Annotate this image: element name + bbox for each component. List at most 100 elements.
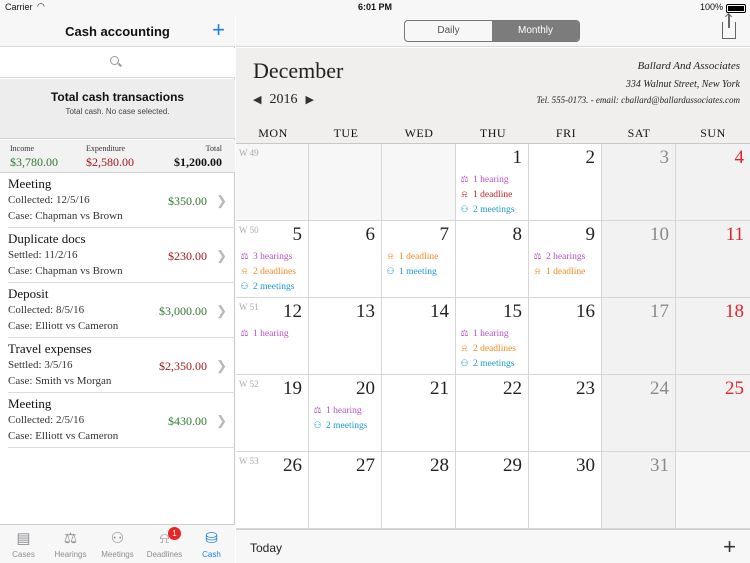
calendar-day[interactable]: 20 ⚖ 1 hearing ⚇ 2 meetings: [309, 375, 382, 452]
next-year-icon[interactable]: ▶: [305, 94, 313, 106]
share-icon[interactable]: [722, 14, 736, 39]
calendar-day[interactable]: 21: [382, 375, 456, 452]
day-number: 14: [430, 301, 449, 322]
calendar-day[interactable]: 2: [529, 144, 602, 221]
calendar-day[interactable]: 10: [602, 221, 676, 298]
list-item[interactable]: Deposit Collected: 8/5/16 Case: Elliott …: [8, 283, 235, 338]
tab-deadlines[interactable]: ⍾ Deadlines 1: [141, 525, 188, 563]
calendar-day[interactable]: 18: [676, 298, 750, 375]
calendar-day[interactable]: 11: [676, 221, 750, 298]
event-summary[interactable]: ⍾ 1 deadline: [385, 251, 439, 262]
week-number: W 51: [239, 302, 259, 312]
tab-cash[interactable]: ⛁ Cash: [188, 525, 235, 563]
calendar-day[interactable]: W 52 19: [236, 375, 309, 452]
list-item[interactable]: Meeting Collected: 2/5/16 Case: Elliott …: [8, 393, 235, 448]
calendar-day[interactable]: 30: [529, 452, 602, 529]
search-input[interactable]: [0, 48, 235, 78]
bell-icon: ⍾: [387, 251, 394, 261]
tab-label: Hearings: [54, 550, 87, 559]
previous-year-icon[interactable]: ◀: [253, 94, 261, 106]
calendar-day[interactable]: 9 ⚖ 2 hearings ⍾ 1 deadline: [529, 221, 602, 298]
event-summary[interactable]: ⍾ 1 deadline: [532, 266, 586, 277]
event-summary[interactable]: ⍾ 2 deadlines: [459, 343, 517, 354]
chevron-right-icon: ❯: [216, 193, 227, 208]
event-summary-label: 1 meeting: [399, 267, 437, 277]
calendar-day[interactable]: W 53 26: [236, 452, 309, 529]
calendar-day[interactable]: 22: [456, 375, 529, 452]
event-summary[interactable]: ⍾ 2 deadlines: [239, 266, 297, 277]
week-number: W 52: [239, 379, 259, 389]
event-summary[interactable]: ⚇ 1 meeting: [385, 266, 437, 277]
transaction-case: Case: Smith vs Morgan: [8, 375, 112, 387]
day-number: 13: [356, 301, 375, 322]
segment-monthly[interactable]: Monthly: [492, 21, 579, 41]
calendar-day[interactable]: 1 ⚖ 1 hearing ⍾ 1 deadline ⚇ 2 meetings: [456, 144, 529, 221]
tab-hearings[interactable]: ⚖ Hearings: [47, 525, 94, 563]
event-summary[interactable]: ⚇ 2 meetings: [459, 204, 514, 215]
calendar-footer: Today +: [236, 529, 750, 563]
day-number: 20: [356, 378, 375, 399]
calendar-day[interactable]: 31: [602, 452, 676, 529]
event-summary-label: 2 meetings: [326, 421, 368, 431]
calendar-day[interactable]: 29: [456, 452, 529, 529]
add-transaction-button[interactable]: +: [212, 18, 225, 42]
page-title: Cash accounting: [65, 24, 170, 39]
day-number: 24: [650, 378, 669, 399]
event-summary[interactable]: ⚖ 3 hearings: [239, 251, 292, 262]
calendar-day[interactable]: W 50 5 ⚖ 3 hearings ⍾ 2 deadlines ⚇ 2 meetings: [236, 221, 309, 298]
calendar-day[interactable]: 15 ⚖ 1 hearing ⍾ 2 deadlines ⚇ 2 meetings: [456, 298, 529, 375]
event-summary[interactable]: ⚖ 1 hearing: [312, 405, 361, 416]
event-summary-label: 1 hearing: [473, 329, 509, 339]
tab-cases[interactable]: ▤ Cases: [0, 525, 47, 563]
tab-meetings[interactable]: ⚇ Meetings: [94, 525, 141, 563]
calendar-day[interactable]: 6: [309, 221, 382, 298]
list-item[interactable]: Duplicate docs Settled: 11/2/16 Case: Ch…: [8, 228, 235, 283]
event-summary[interactable]: ⚖ 2 hearings: [532, 251, 585, 262]
event-summary[interactable]: ⚖ 1 hearing: [459, 174, 508, 185]
day-number: 29: [503, 455, 522, 476]
calendar-day[interactable]: 24: [602, 375, 676, 452]
event-summary[interactable]: ⚇ 2 meetings: [459, 358, 514, 369]
event-summary[interactable]: ⚇ 2 meetings: [312, 420, 367, 431]
event-summary[interactable]: ⚇ 2 meetings: [239, 281, 294, 292]
calendar-day[interactable]: 8: [456, 221, 529, 298]
transaction-date: Collected: 12/5/16: [8, 194, 90, 206]
expenditure-value: $2,580.00: [86, 155, 134, 169]
day-number: 10: [650, 224, 669, 245]
add-event-button[interactable]: +: [723, 534, 736, 560]
event-summary-label: 1 hearing: [253, 329, 289, 339]
calendar-day[interactable]: 13: [309, 298, 382, 375]
calendar-day[interactable]: 3: [602, 144, 676, 221]
calendar-header: December ◀ 2016 ▶ Ballard And Associates 3…: [236, 48, 750, 118]
calendar-day[interactable]: 7 ⍾ 1 deadline ⚇ 1 meeting: [382, 221, 456, 298]
list-item[interactable]: Meeting Collected: 12/5/16 Case: Chapman…: [8, 173, 235, 228]
transaction-list: Meeting Collected: 12/5/16 Case: Chapman…: [0, 173, 235, 448]
event-summary-label: 2 meetings: [473, 205, 515, 215]
calendar-day[interactable]: 4: [676, 144, 750, 221]
calendar-day[interactable]: W 51 12 ⚖ 1 hearing: [236, 298, 309, 375]
transaction-amount: $350.00: [168, 194, 207, 208]
weekday-label: SAT: [627, 126, 651, 140]
event-summary[interactable]: ⚖ 1 hearing: [459, 328, 509, 339]
calendar-day[interactable]: 27: [309, 452, 382, 529]
day-number: 25: [725, 378, 744, 399]
event-summary[interactable]: ⚖ 1 hearing: [239, 328, 289, 339]
calendar-day[interactable]: 28: [382, 452, 456, 529]
calendar-day[interactable]: 25: [676, 375, 750, 452]
calendar-day[interactable]: 23: [529, 375, 602, 452]
event-summary[interactable]: ⍾ 1 deadline: [459, 189, 513, 200]
tab-label: Cash: [202, 550, 221, 559]
people-icon: ⚇: [460, 358, 469, 368]
calendar-day[interactable]: 17: [602, 298, 676, 375]
list-item[interactable]: Travel expenses Settled: 3/5/16 Case: Sm…: [8, 338, 235, 393]
calendar-day[interactable]: 14: [382, 298, 456, 375]
total-value: $1,200.00: [174, 155, 222, 169]
coins-icon: ⛁: [205, 530, 218, 547]
day-number: 7: [439, 224, 450, 245]
scales-icon: ⚖: [240, 328, 249, 338]
chevron-right-icon: ❯: [216, 413, 227, 428]
calendar-day[interactable]: 16: [529, 298, 602, 375]
today-button[interactable]: Today: [250, 541, 282, 555]
segment-daily[interactable]: Daily: [405, 21, 492, 41]
scales-icon: ⚖: [63, 530, 78, 547]
